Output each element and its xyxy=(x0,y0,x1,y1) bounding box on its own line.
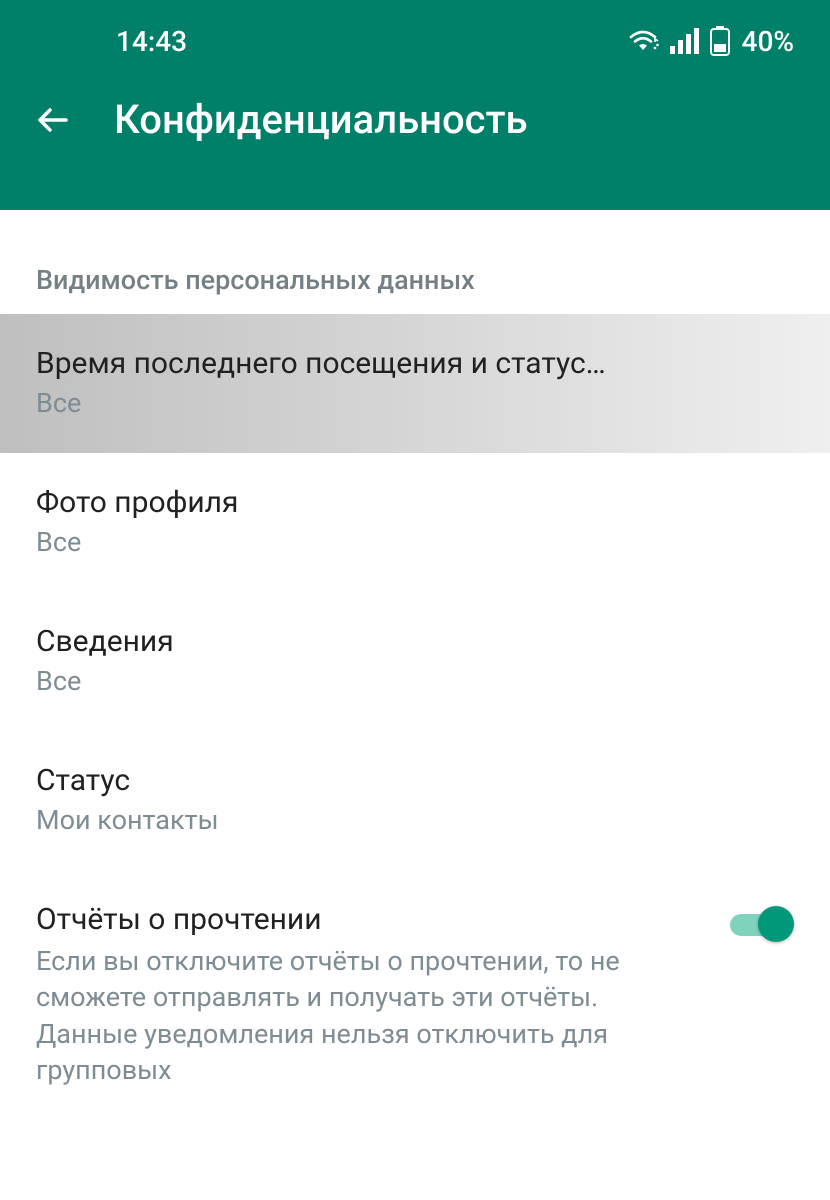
signal-icon xyxy=(670,28,700,54)
read-receipts-toggle[interactable] xyxy=(730,906,794,942)
arrow-left-icon xyxy=(32,100,72,140)
back-button[interactable] xyxy=(30,98,74,142)
setting-value: Все xyxy=(36,526,794,558)
status-bar: 14:43 xyxy=(0,0,830,72)
setting-value: Все xyxy=(36,665,794,697)
wifi-icon xyxy=(626,28,660,54)
status-time: 14:43 xyxy=(36,25,187,58)
setting-value: Все xyxy=(36,387,794,419)
battery-percentage: 40% xyxy=(742,25,794,58)
title-bar: Конфиденциальность xyxy=(0,72,830,143)
app-header: 14:43 xyxy=(0,0,830,210)
switch-thumb xyxy=(758,906,794,942)
setting-title: Время последнего посещения и статус… xyxy=(36,346,794,381)
status-icons: 40% xyxy=(626,25,794,58)
section-header: Видимость персональных данных xyxy=(0,210,830,314)
setting-title: Фото профиля xyxy=(36,485,794,520)
page-title: Конфиденциальность xyxy=(114,96,528,143)
setting-description: Если вы отключите отчёты о прочтении, то… xyxy=(36,943,656,1089)
setting-profile-photo[interactable]: Фото профиля Все xyxy=(0,453,830,592)
setting-read-receipts[interactable]: Отчёты о прочтении Если вы отключите отч… xyxy=(0,870,830,1123)
battery-icon xyxy=(710,26,730,56)
setting-status[interactable]: Статус Мои контакты xyxy=(0,731,830,870)
setting-title: Отчёты о прочтении xyxy=(36,902,710,937)
setting-value: Мои контакты xyxy=(36,804,794,836)
setting-title: Сведения xyxy=(36,624,794,659)
setting-last-seen[interactable]: Время последнего посещения и статус… Все xyxy=(0,314,830,453)
settings-content: Видимость персональных данных Время посл… xyxy=(0,210,830,1123)
setting-about[interactable]: Сведения Все xyxy=(0,592,830,731)
setting-title: Статус xyxy=(36,763,794,798)
